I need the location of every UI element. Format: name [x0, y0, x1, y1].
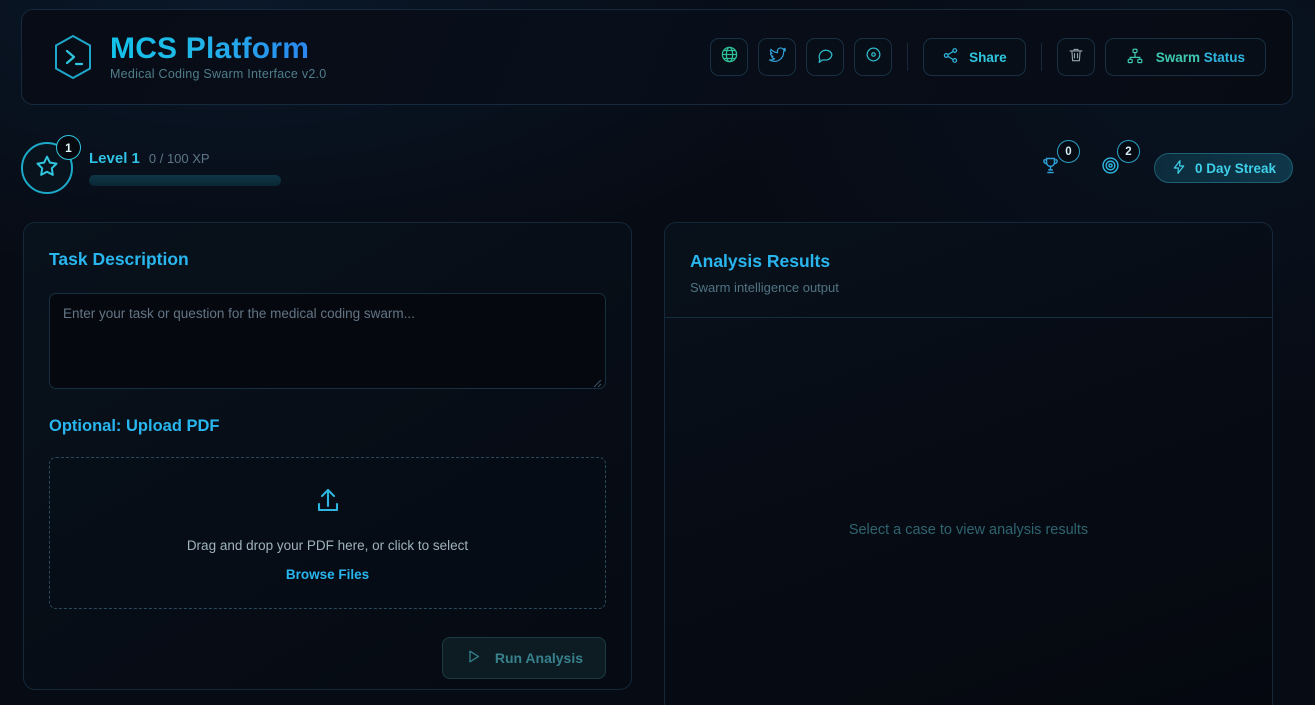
share-nodes-icon [942, 47, 959, 67]
streak-label: 0 Day Streak [1194, 160, 1276, 176]
chat-bubble-icon [816, 45, 835, 69]
xp-progress-track [89, 175, 281, 186]
task-panel: Task Description Enter your task or ques… [23, 222, 632, 690]
progress-bar-row: 1 Level 1 0 / 100 XP 0 2 0 Day Streak [21, 132, 1293, 204]
swarm-status-word-status: Status [1203, 49, 1245, 65]
delete-button[interactable] [1056, 38, 1095, 76]
run-row: Run Analysis [49, 637, 606, 679]
run-analysis-button[interactable]: Run Analysis [441, 637, 606, 679]
stats-group: 0 2 0 Day Streak [1034, 140, 1293, 185]
resize-handle[interactable] [591, 375, 602, 388]
streak-badge[interactable]: 0 Day Streak [1153, 153, 1293, 183]
brand: MCS Platform Medical Coding Swarm Interf… [52, 33, 326, 81]
dropzone-text: Drag and drop your PDF here, or click to… [186, 537, 469, 553]
chat-button[interactable] [806, 38, 845, 76]
browse-files-link[interactable]: Browse Files [286, 567, 369, 582]
results-panel-subtitle: Swarm intelligence output [690, 280, 839, 295]
level-avatar: 1 [21, 135, 81, 194]
globe-button[interactable] [710, 38, 749, 76]
goals-stat[interactable]: 2 [1094, 140, 1140, 185]
trash-icon [1067, 46, 1085, 69]
results-body: Select a case to view analysis results [665, 318, 1272, 705]
level-label: Level 1 [89, 150, 140, 167]
record-disc-icon [864, 45, 883, 69]
swarm-status-word-swarm: Swarm [1155, 49, 1200, 65]
task-input-placeholder: Enter your task or question for the medi… [63, 306, 415, 321]
upload-arrow-icon [312, 485, 344, 522]
target-icon [1100, 155, 1121, 181]
results-header: Analysis Results Swarm intelligence outp… [665, 223, 1272, 318]
achievements-stat[interactable]: 0 [1034, 140, 1080, 185]
trophy-icon [1040, 155, 1061, 181]
xp-label: 0 / 100 XP [148, 151, 210, 166]
globe-icon [720, 45, 739, 69]
play-triangle-icon [465, 648, 482, 668]
results-empty-message: Select a case to view analysis results [848, 522, 1089, 538]
xp-meta: Level 1 0 / 100 XP [89, 150, 281, 186]
twitter-icon [768, 45, 787, 69]
goals-count: 2 [1116, 140, 1140, 163]
header-actions: Share Swarm Status [710, 38, 1266, 76]
swarm-status-button[interactable]: Swarm Status [1104, 38, 1266, 76]
pdf-dropzone[interactable]: Drag and drop your PDF here, or click to… [49, 457, 606, 609]
app-header: MCS Platform Medical Coding Swarm Interf… [21, 9, 1293, 105]
task-panel-title: Task Description [49, 249, 189, 269]
sitemap-icon [1126, 47, 1144, 68]
swarm-status-label: Swarm Status [1156, 50, 1245, 65]
lightning-bolt-icon [1171, 159, 1187, 178]
star-icon [34, 153, 60, 184]
share-button[interactable]: Share [923, 38, 1026, 76]
level-number-badge: 1 [56, 135, 81, 160]
header-divider-2 [1040, 43, 1042, 71]
page-title: MCS Platform [110, 33, 326, 65]
header-divider-1 [907, 43, 909, 71]
results-panel-title: Analysis Results [690, 251, 831, 271]
upload-section-title: Optional: Upload PDF [49, 417, 220, 435]
twitter-button[interactable] [758, 38, 797, 76]
share-label: Share [969, 49, 1007, 65]
results-panel: Analysis Results Swarm intelligence outp… [664, 222, 1273, 705]
run-analysis-label: Run Analysis [494, 650, 583, 666]
record-button[interactable] [854, 38, 893, 76]
level-group: 1 Level 1 0 / 100 XP [21, 135, 281, 194]
app-subtitle: Medical Coding Swarm Interface v2.0 [110, 66, 327, 81]
terminal-hexagon-icon [52, 34, 94, 80]
achievements-count: 0 [1056, 140, 1080, 163]
task-input[interactable]: Enter your task or question for the medi… [49, 293, 606, 389]
